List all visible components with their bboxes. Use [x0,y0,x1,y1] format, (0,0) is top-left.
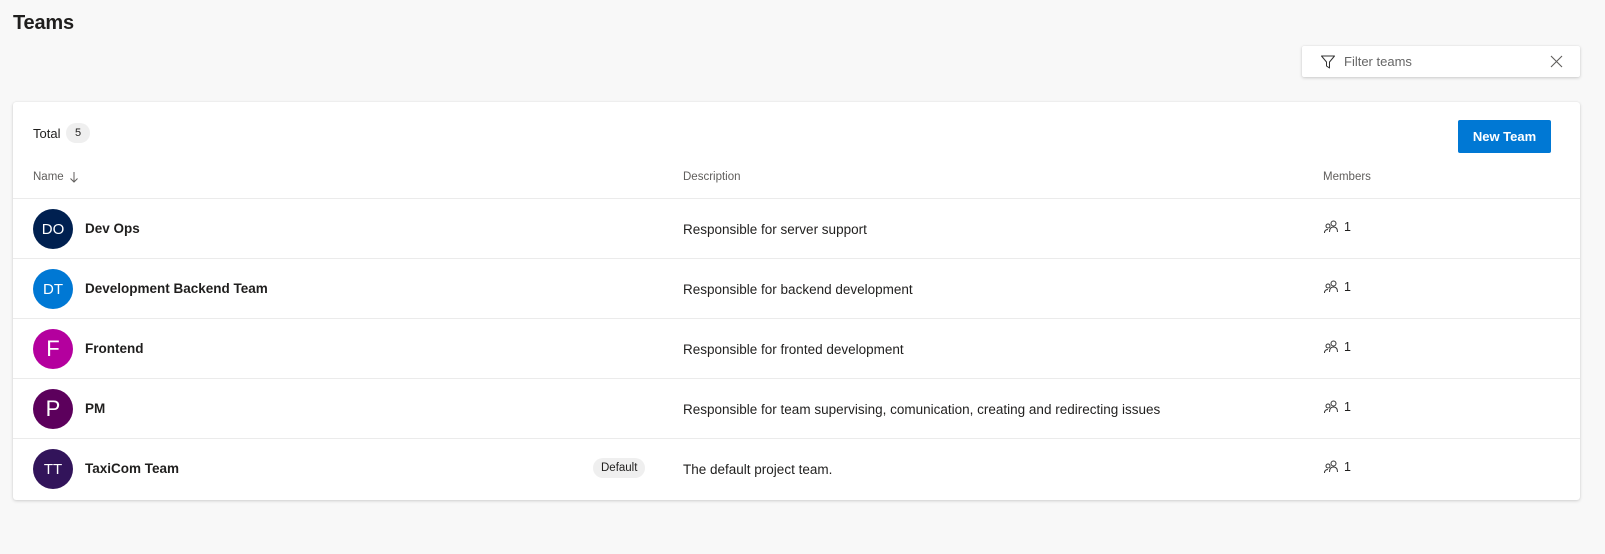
members-icon [1324,460,1338,474]
total-label: Total [33,126,61,141]
team-name[interactable]: Dev Ops [85,221,140,236]
team-name[interactable]: Frontend [85,341,144,356]
members-count: 1 [1323,340,1351,354]
team-description: Responsible for backend development [683,282,913,297]
members-value: 1 [1344,400,1351,414]
members-count: 1 [1323,460,1351,474]
table-row[interactable]: DT Development Backend Team Responsible … [13,258,1580,318]
team-description: Responsible for team supervising, comuni… [683,402,1161,417]
column-header-name-label: Name [33,171,64,183]
teams-table-card: Total 5 New Team Name Description Member… [13,102,1580,500]
column-header-description[interactable]: Description [683,171,741,183]
teams-list: DO Dev Ops Responsible for server suppor… [13,198,1580,498]
table-row[interactable]: F Frontend Responsible for fronted devel… [13,318,1580,378]
team-name[interactable]: TaxiCom Team [85,461,179,476]
members-value: 1 [1344,340,1351,354]
members-value: 1 [1344,460,1351,474]
members-icon [1324,340,1338,354]
team-name[interactable]: Development Backend Team [85,281,268,296]
team-description: The default project team. [683,462,833,477]
avatar: DT [33,269,73,309]
avatar: TT [33,449,73,489]
members-value: 1 [1344,280,1351,294]
members-icon [1324,400,1338,414]
team-name[interactable]: PM [85,401,105,416]
filter-box[interactable] [1302,46,1580,77]
members-icon [1324,280,1338,294]
team-description: Responsible for fronted development [683,342,904,357]
default-badge: Default [593,458,646,478]
column-header-name[interactable]: Name [33,171,79,183]
page-title: Teams [13,12,74,34]
table-row[interactable]: DO Dev Ops Responsible for server suppor… [13,198,1580,258]
new-team-button[interactable]: New Team [1458,120,1551,153]
table-row[interactable]: P PM Responsible for team supervising, c… [13,378,1580,438]
avatar: F [33,329,73,369]
members-icon [1324,220,1338,234]
members-count: 1 [1323,280,1351,294]
members-count: 1 [1323,400,1351,414]
close-icon[interactable] [1550,55,1563,68]
table-row[interactable]: TT TaxiCom Team Default The default proj… [13,438,1580,498]
total-count-badge: 5 [66,123,90,143]
avatar: P [33,389,73,429]
members-count: 1 [1323,220,1351,234]
column-header-members[interactable]: Members [1323,171,1371,183]
filter-teams-input[interactable] [1344,51,1544,72]
avatar: DO [33,209,73,249]
team-description: Responsible for server support [683,222,867,237]
members-value: 1 [1344,220,1351,234]
sort-descending-icon [69,172,78,183]
filter-icon [1321,55,1335,69]
